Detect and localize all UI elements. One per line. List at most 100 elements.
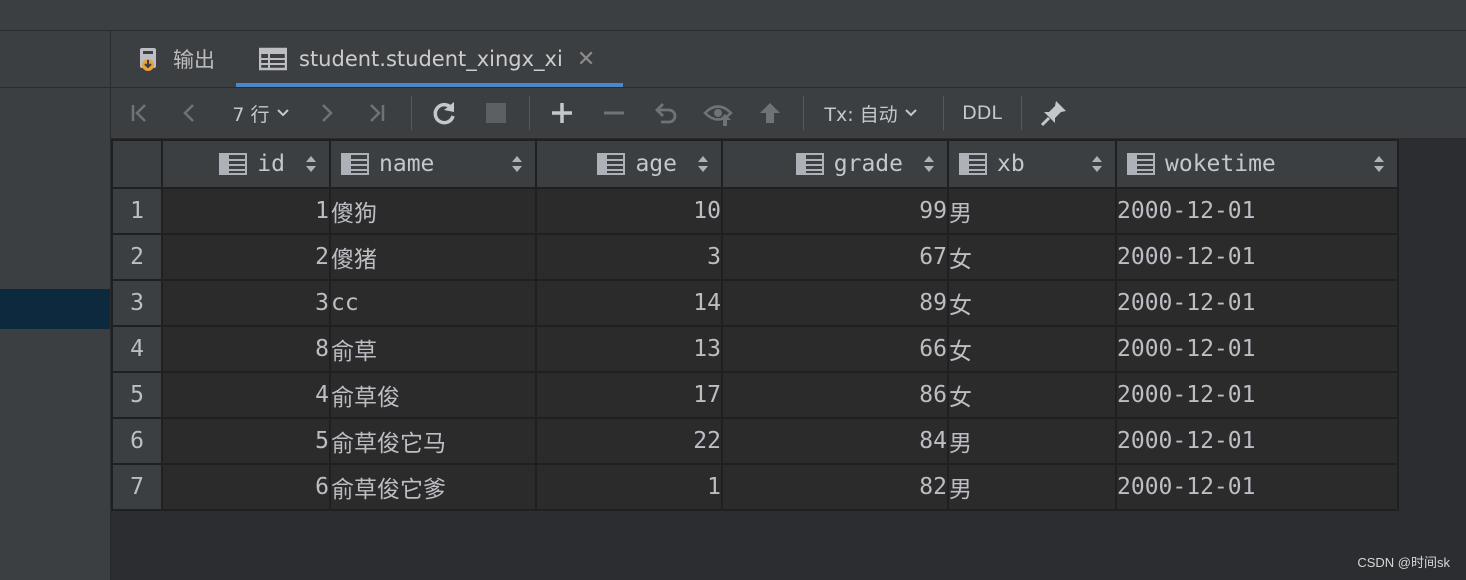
column-header-label: grade [833,151,903,177]
cell-grade[interactable]: 86 [721,371,949,419]
cell-id[interactable]: 6 [161,463,331,511]
revert-icon[interactable] [649,88,683,138]
table-row[interactable]: 5 4 俞草俊 17 86 女 2000-12-01 [111,371,1399,419]
toolbar-separator [803,96,804,130]
cell-grade[interactable]: 99 [721,187,949,235]
cell-name[interactable]: 傻狗 [329,187,537,235]
column-header-id[interactable]: id [161,139,331,189]
ddl-button[interactable]: DDL [957,88,1007,138]
corner-cell[interactable] [111,139,163,189]
add-row-icon[interactable] [545,88,579,138]
cell-xb[interactable]: 女 [947,371,1117,419]
column-header-xb[interactable]: xb [947,139,1117,189]
row-number[interactable]: 5 [111,371,163,419]
last-page-icon[interactable] [361,88,391,138]
cell-grade[interactable]: 89 [721,279,949,327]
cell-grade[interactable]: 82 [721,463,949,511]
table-row[interactable]: 7 6 俞草俊它爹 1 82 男 2000-12-01 [111,463,1399,511]
panel-divider [0,87,110,88]
column-icon [959,153,987,175]
cell-name[interactable]: 俞草 [329,325,537,373]
cell-grade[interactable]: 66 [721,325,949,373]
cell-age[interactable]: 13 [535,325,723,373]
table-row[interactable]: 6 5 俞草俊它马 22 84 男 2000-12-01 [111,417,1399,465]
transaction-mode-dropdown[interactable]: Tx: 自动 [819,88,923,138]
row-number[interactable]: 7 [111,463,163,511]
ddl-label: DDL [962,102,1002,124]
cell-age[interactable]: 3 [535,233,723,281]
cell-grade[interactable]: 84 [721,417,949,465]
tab-student-table[interactable]: student.student_xingx_xi ✕ [236,31,624,87]
selected-tree-node[interactable] [0,289,110,329]
table-row[interactable]: 4 8 俞草 13 66 女 2000-12-01 [111,325,1399,373]
cell-id[interactable]: 5 [161,417,331,465]
cell-id[interactable]: 2 [161,233,331,281]
row-number[interactable]: 1 [111,187,163,235]
row-number[interactable]: 6 [111,417,163,465]
first-page-icon[interactable] [125,88,155,138]
cell-name[interactable]: 俞草俊 [329,371,537,419]
next-page-icon[interactable] [311,88,341,138]
close-icon[interactable]: ✕ [577,47,595,72]
cell-name[interactable]: 俞草俊它马 [329,417,537,465]
cell-name[interactable]: 俞草俊它爹 [329,463,537,511]
preview-changes-icon[interactable] [701,88,735,138]
delete-row-icon[interactable] [597,88,631,138]
cell-xb[interactable]: 男 [947,463,1117,511]
cell-woketime[interactable]: 2000-12-01 [1115,187,1399,235]
cell-age[interactable]: 14 [535,279,723,327]
table-row[interactable]: 1 1 傻狗 10 99 男 2000-12-01 [111,187,1399,235]
sort-icon[interactable] [511,154,523,174]
row-number[interactable]: 2 [111,233,163,281]
sort-icon[interactable] [1373,154,1385,174]
cell-woketime[interactable]: 2000-12-01 [1115,371,1399,419]
cell-name[interactable]: 傻猪 [329,233,537,281]
column-header-woketime[interactable]: woketime [1115,139,1399,189]
tab-output[interactable]: 输出 [137,31,215,87]
cell-age[interactable]: 17 [535,371,723,419]
cell-grade[interactable]: 67 [721,233,949,281]
cell-xb[interactable]: 女 [947,233,1117,281]
cell-xb[interactable]: 男 [947,187,1117,235]
column-icon [795,153,824,175]
cell-id[interactable]: 4 [161,371,331,419]
cell-woketime[interactable]: 2000-12-01 [1115,233,1399,281]
chevron-down-icon [904,108,918,118]
column-header-age[interactable]: age [535,139,723,189]
sort-icon[interactable] [697,154,709,174]
cell-id[interactable]: 3 [161,279,331,327]
cell-xb[interactable]: 女 [947,279,1117,327]
cell-woketime[interactable]: 2000-12-01 [1115,279,1399,327]
sort-icon[interactable] [923,154,935,174]
cell-age[interactable]: 1 [535,463,723,511]
cell-xb[interactable]: 女 [947,325,1117,373]
cell-id[interactable]: 8 [161,325,331,373]
refresh-icon[interactable] [427,88,461,138]
toolbar-separator [411,96,412,130]
table-row[interactable]: 2 2 傻猪 3 67 女 2000-12-01 [111,233,1399,281]
column-header-label: woketime [1165,151,1276,177]
row-number[interactable]: 3 [111,279,163,327]
cell-age[interactable]: 22 [535,417,723,465]
cell-name[interactable]: cc [329,279,537,327]
cell-woketime[interactable]: 2000-12-01 [1115,417,1399,465]
row-count-label: 7 行 [232,103,270,126]
cell-xb[interactable]: 男 [947,417,1117,465]
row-count-dropdown[interactable]: 7 行 [225,88,297,138]
cell-woketime[interactable]: 2000-12-01 [1115,325,1399,373]
column-header-label: name [379,151,435,177]
column-header-name[interactable]: name [329,139,537,189]
row-number[interactable]: 4 [111,325,163,373]
column-icon [1127,153,1155,175]
cell-id[interactable]: 1 [161,187,331,235]
pin-icon[interactable] [1037,88,1071,138]
sort-icon[interactable] [1091,154,1103,174]
cell-woketime[interactable]: 2000-12-01 [1115,463,1399,511]
sort-icon[interactable] [305,154,317,174]
cell-age[interactable]: 10 [535,187,723,235]
column-header-grade[interactable]: grade [721,139,949,189]
previous-page-icon[interactable] [175,88,205,138]
table-row[interactable]: 3 3 cc 14 89 女 2000-12-01 [111,279,1399,327]
submit-icon[interactable] [753,88,787,138]
stop-icon[interactable] [479,88,513,138]
